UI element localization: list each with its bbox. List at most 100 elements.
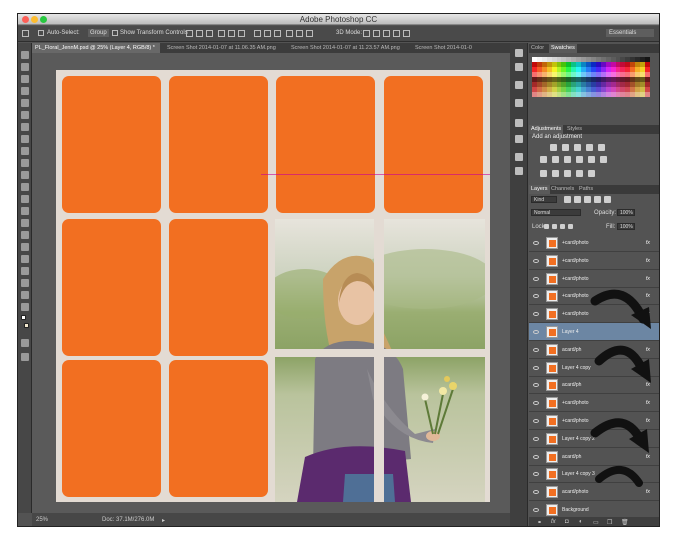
distribute-center-icon[interactable] xyxy=(296,30,303,37)
pen-tool-icon[interactable] xyxy=(21,219,29,227)
brightness-icon[interactable] xyxy=(550,144,557,151)
swatches-grid[interactable] xyxy=(532,57,650,97)
tab-document[interactable]: Screen Shot 2014-01-07 at 11.23.57 AM.pn… xyxy=(288,43,408,53)
clone-source-panel-icon[interactable] xyxy=(515,135,523,143)
path-select-tool-icon[interactable] xyxy=(21,243,29,251)
tab-swatches[interactable]: Swatches xyxy=(549,44,577,53)
visibility-eye-icon[interactable] xyxy=(533,436,539,441)
visibility-eye-icon[interactable] xyxy=(533,472,539,477)
lock-transparent-icon[interactable] xyxy=(544,224,549,229)
invert-icon[interactable] xyxy=(540,170,547,177)
visibility-eye-icon[interactable] xyxy=(533,312,539,317)
card-r1c3[interactable] xyxy=(276,76,375,213)
card-r2c1[interactable] xyxy=(62,219,161,356)
tab-channels[interactable]: Channels xyxy=(549,185,576,194)
visibility-eye-icon[interactable] xyxy=(533,490,539,495)
quick-mask-icon[interactable] xyxy=(21,339,29,347)
paragraph-panel-icon[interactable] xyxy=(515,99,523,107)
filter-type-icon[interactable] xyxy=(584,196,591,203)
color-balance-icon[interactable] xyxy=(552,156,559,163)
auto-select-checkbox[interactable] xyxy=(38,30,44,36)
exposure-icon[interactable] xyxy=(586,144,593,151)
canvas-area[interactable] xyxy=(32,53,510,513)
crop-tool-icon[interactable] xyxy=(21,99,29,107)
filter-shape-icon[interactable] xyxy=(594,196,601,203)
tab-styles[interactable]: Styles xyxy=(565,125,584,134)
visibility-eye-icon[interactable] xyxy=(533,508,539,512)
tab-document-active[interactable]: PL_Floral_JennM.psd @ 25% (Layer 4, RGB/… xyxy=(32,43,160,53)
rotate-view-tool-icon[interactable] xyxy=(21,291,29,299)
eraser-tool-icon[interactable] xyxy=(21,171,29,179)
lasso-tool-icon[interactable] xyxy=(21,75,29,83)
distribute-top-icon[interactable] xyxy=(254,30,261,37)
3d-tool-icon[interactable] xyxy=(21,267,29,275)
zoom-tool-icon[interactable] xyxy=(21,303,29,311)
eyedropper-tool-icon[interactable] xyxy=(21,111,29,119)
history-brush-tool-icon[interactable] xyxy=(21,159,29,167)
new-group-icon[interactable]: ▭ xyxy=(593,519,599,526)
photo-filter-icon[interactable] xyxy=(576,156,583,163)
clone-stamp-tool-icon[interactable] xyxy=(21,147,29,155)
visibility-eye-icon[interactable] xyxy=(533,330,539,334)
hue-saturation-icon[interactable] xyxy=(540,156,547,163)
add-style-icon[interactable]: fx xyxy=(551,519,556,525)
screen-mode-icon[interactable] xyxy=(21,353,29,361)
3d-slide-icon[interactable] xyxy=(393,30,400,37)
filter-adjustment-icon[interactable] xyxy=(574,196,581,203)
3d-roll-icon[interactable] xyxy=(373,30,380,37)
hand-tool-icon[interactable] xyxy=(21,279,29,287)
foreground-color-swatch[interactable] xyxy=(21,315,26,320)
lock-image-icon[interactable] xyxy=(552,224,557,229)
document-canvas[interactable] xyxy=(56,70,495,502)
marquee-tool-icon[interactable] xyxy=(21,63,29,71)
tab-layers[interactable]: Layers xyxy=(529,185,550,194)
distribute-left-icon[interactable] xyxy=(286,30,293,37)
filter-pixel-icon[interactable] xyxy=(564,196,571,203)
opacity-field[interactable]: 100% xyxy=(617,209,635,216)
threshold-icon[interactable] xyxy=(564,170,571,177)
visibility-eye-icon[interactable] xyxy=(533,258,539,263)
3d-rotate-icon[interactable] xyxy=(363,30,370,37)
auto-select-dropdown[interactable]: Group xyxy=(88,29,109,37)
brush-panel-icon[interactable] xyxy=(515,119,523,127)
visibility-eye-icon[interactable] xyxy=(533,365,539,370)
tab-adjustments[interactable]: Adjustments xyxy=(529,125,564,134)
new-layer-icon[interactable]: ❐ xyxy=(607,519,612,526)
levels-icon[interactable] xyxy=(562,144,569,151)
card-r2c2[interactable] xyxy=(169,219,268,356)
align-right-icon[interactable] xyxy=(238,30,245,37)
3d-scale-icon[interactable] xyxy=(403,30,410,37)
shape-tool-icon[interactable] xyxy=(21,255,29,263)
align-top-icon[interactable] xyxy=(186,30,193,37)
channel-mixer-icon[interactable] xyxy=(588,156,595,163)
dodge-tool-icon[interactable] xyxy=(21,207,29,215)
card-r1c4[interactable] xyxy=(384,76,483,213)
distribute-right-icon[interactable] xyxy=(306,30,313,37)
move-tool-icon[interactable] xyxy=(21,51,29,59)
visibility-eye-icon[interactable] xyxy=(533,276,539,281)
card-r3c2[interactable] xyxy=(169,360,268,497)
move-tool-icon[interactable] xyxy=(22,30,29,37)
type-panel-icon[interactable] xyxy=(515,81,523,89)
status-menu-arrow[interactable]: ▸ xyxy=(162,517,165,524)
card-r1c1[interactable] xyxy=(62,76,161,213)
tab-document[interactable]: Screen Shot 2014-01-0 xyxy=(412,43,524,53)
type-tool-icon[interactable] xyxy=(21,231,29,239)
vibrance-icon[interactable] xyxy=(598,144,605,151)
align-left-icon[interactable] xyxy=(218,30,225,37)
adjustment-layer-icon[interactable]: ◐ xyxy=(579,519,583,525)
selective-color-icon[interactable] xyxy=(576,170,583,177)
visibility-eye-icon[interactable] xyxy=(533,383,539,388)
link-layers-icon[interactable]: ⚭ xyxy=(537,519,542,526)
gradient-map-icon[interactable] xyxy=(588,170,595,177)
card-r3c1[interactable] xyxy=(62,360,161,497)
timeline-panel-icon[interactable] xyxy=(515,167,523,175)
distribute-bottom-icon[interactable] xyxy=(274,30,281,37)
layer-row[interactable]: +card/photo fx xyxy=(529,234,659,252)
properties-panel-icon[interactable] xyxy=(515,63,523,71)
transform-controls-checkbox[interactable] xyxy=(112,30,118,36)
tab-document[interactable]: Screen Shot 2014-01-07 at 11.06.35 AM.pn… xyxy=(164,43,284,53)
align-middle-icon[interactable] xyxy=(196,30,203,37)
background-color-swatch[interactable] xyxy=(24,323,29,328)
color-lookup-icon[interactable] xyxy=(600,156,607,163)
